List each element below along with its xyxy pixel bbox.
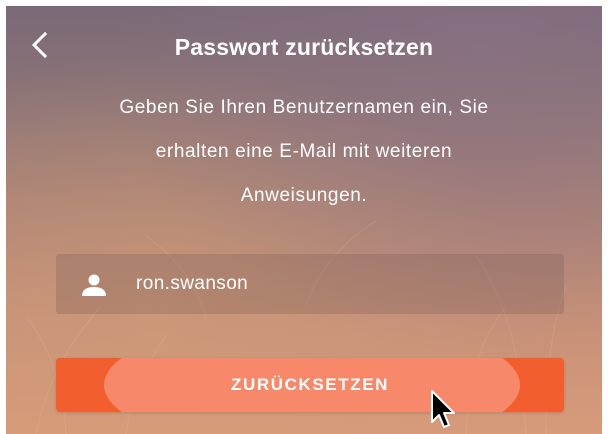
username-field[interactable] [56, 254, 564, 314]
instructions-line-2: erhalten eine E-Mail mit weiteren [155, 141, 453, 162]
username-input[interactable] [136, 266, 536, 302]
mouse-pointer-icon [431, 390, 455, 428]
instructions-line-1: Geben Sie Ihren Benutzernamen ein, Sie [119, 97, 489, 118]
instructions-text: Geben Sie Ihren Benutzernamen ein, Sie e… [46, 86, 562, 218]
instructions-line-3: Anweisungen. [240, 185, 368, 206]
back-button[interactable] [28, 28, 52, 64]
page-title: Passwort zurücksetzen [174, 34, 434, 60]
reset-password-screen: Passwort zurücksetzen Geben Sie Ihren Be… [6, 6, 602, 434]
reset-button[interactable]: ZURÜCKSETZEN [56, 358, 564, 412]
user-icon [82, 274, 106, 296]
reset-button-label: ZURÜCKSETZEN [230, 375, 390, 394]
chevron-left-icon [31, 31, 48, 59]
